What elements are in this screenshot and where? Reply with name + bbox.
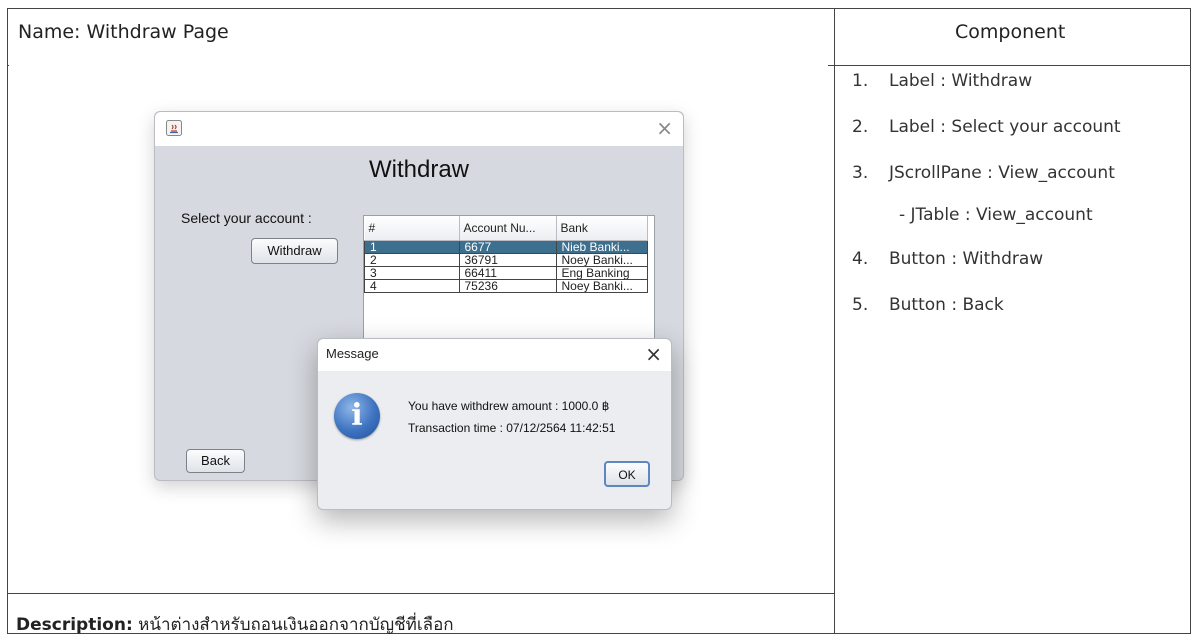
column-header-account[interactable]: Account Nu... xyxy=(459,216,557,241)
withdraw-button[interactable]: Withdraw xyxy=(251,238,338,264)
dialog-titlebar: Message × xyxy=(318,339,671,371)
component-text: Label : Select your account xyxy=(889,117,1121,137)
component-list: 1. Label : Withdraw 2. Label : Select your… xyxy=(852,64,1121,334)
dialog-message-time: Transaction time : 07/12/2564 11:42:51 xyxy=(408,421,616,435)
account-table: # Account Nu... Bank 1 6677 Nieb Banki..… xyxy=(364,216,648,293)
page-name-heading: Name: Withdraw Page xyxy=(18,21,229,43)
table-cell: 66411 xyxy=(458,266,557,280)
dialog-message-amount: You have withdrew amount : 1000.0 ฿ xyxy=(408,399,610,413)
table-cell: 1 xyxy=(364,240,460,254)
component-text: Button : Withdraw xyxy=(889,249,1044,269)
component-number: 2. xyxy=(852,117,869,137)
component-subitem: - JTable : View_account xyxy=(852,202,1121,242)
component-item: 5. Button : Back xyxy=(852,288,1121,334)
table-header-row: # Account Nu... Bank xyxy=(364,216,648,241)
table-cell: Eng Banking xyxy=(555,266,648,280)
component-number: 4. xyxy=(852,249,869,269)
component-item: 1. Label : Withdraw xyxy=(852,64,1121,110)
component-text: Button : Back xyxy=(889,295,1004,315)
table-cell: 4 xyxy=(364,279,460,293)
close-icon[interactable]: × xyxy=(656,116,673,140)
component-text: Label : Withdraw xyxy=(889,71,1033,91)
message-dialog: Message × i You have withdrew amount : 1… xyxy=(317,338,672,510)
component-number: 1. xyxy=(852,71,869,91)
screenshot-area: × Withdraw Select your account : Withdra… xyxy=(9,65,828,577)
back-button[interactable]: Back xyxy=(186,449,245,473)
component-heading: Component xyxy=(955,21,1066,43)
table-cell: 75236 xyxy=(458,279,557,293)
ok-button[interactable]: OK xyxy=(604,461,650,487)
component-item: 2. Label : Select your account xyxy=(852,110,1121,156)
column-divider xyxy=(834,9,835,633)
description-text: หน้าต่างสำหรับถอนเงินออกจากบัญชีที่เลือก xyxy=(138,615,454,635)
withdraw-title: Withdraw xyxy=(368,156,470,183)
table-row[interactable]: 2 36791 Noey Banki... xyxy=(364,253,648,267)
description-label: Description: xyxy=(16,615,133,635)
dialog-title: Message xyxy=(326,346,379,361)
table-row[interactable]: 4 75236 Noey Banki... xyxy=(364,279,648,293)
component-text: - JTable : View_account xyxy=(899,205,1093,225)
table-cell: Noey Banki... xyxy=(555,279,648,293)
window-titlebar: × xyxy=(155,112,683,146)
component-number: 3. xyxy=(852,163,869,183)
table-row[interactable]: 1 6677 Nieb Banki... xyxy=(364,240,648,254)
close-icon[interactable]: × xyxy=(645,342,662,366)
table-cell: Noey Banki... xyxy=(555,253,648,267)
description: Description: หน้าต่างสำหรับถอนเงินออกจาก… xyxy=(16,611,454,638)
table-cell: 6677 xyxy=(458,240,557,254)
select-account-label: Select your account : xyxy=(181,210,312,226)
table-cell: Nieb Banki... xyxy=(555,240,648,254)
java-icon xyxy=(166,120,182,136)
table-row[interactable]: 3 66411 Eng Banking xyxy=(364,266,648,280)
component-text: JScrollPane : View_account xyxy=(889,163,1115,183)
table-cell: 3 xyxy=(364,266,460,280)
column-header-number[interactable]: # xyxy=(364,216,460,241)
description-divider xyxy=(8,593,834,594)
info-icon: i xyxy=(334,393,380,439)
table-cell: 2 xyxy=(364,253,460,267)
component-item: 4. Button : Withdraw xyxy=(852,242,1121,288)
component-item: 3. JScrollPane : View_account xyxy=(852,156,1121,202)
table-cell: 36791 xyxy=(458,253,557,267)
column-header-bank[interactable]: Bank xyxy=(556,216,648,241)
component-number: 5. xyxy=(852,295,869,315)
